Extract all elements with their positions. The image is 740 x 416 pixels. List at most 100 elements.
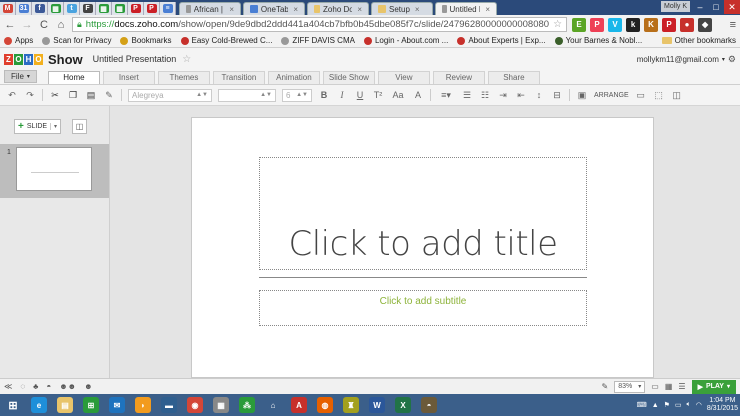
tab-home[interactable]: Home <box>47 71 100 84</box>
browser-tab[interactable]: African | Good × <box>179 2 241 15</box>
cut-icon[interactable]: ✂ <box>49 90 61 101</box>
normal-view-icon[interactable]: ▭ <box>651 382 659 391</box>
back-icon[interactable]: ← <box>4 19 16 31</box>
pinned-tab[interactable]: t <box>64 2 80 15</box>
pinned-tab[interactable]: 31 <box>16 2 32 15</box>
pinned-tab[interactable]: ▦ <box>48 2 64 15</box>
shape-fill-icon[interactable]: ▭ <box>635 90 647 101</box>
bookmark-item[interactable]: Scan for Privacy <box>42 36 111 45</box>
chevron-down-icon[interactable]: ▾ <box>49 123 60 130</box>
tab-transition[interactable]: Transition <box>212 71 265 84</box>
outline-view-icon[interactable]: ☰ <box>678 382 685 391</box>
redo-icon[interactable]: ↷ <box>24 90 36 101</box>
slide-layout-button[interactable]: ◫ <box>72 119 87 134</box>
underline-icon[interactable]: U <box>354 90 366 100</box>
text-box-icon[interactable]: ⊟ <box>551 90 563 101</box>
undo-icon[interactable]: ↶ <box>6 90 18 101</box>
outdent-icon[interactable]: ⇤ <box>515 90 527 101</box>
taskbar-app[interactable]: ⊞ <box>80 395 102 415</box>
pinned-tab[interactable]: ▦ <box>112 2 128 15</box>
maximize-icon[interactable]: □ <box>708 0 724 14</box>
bullet-list-icon[interactable]: ☰ <box>461 90 473 101</box>
url-input[interactable]: 🔒︎ https://docs.zoho.com/show/open/9de9d… <box>72 17 568 32</box>
pinterest-icon[interactable]: P <box>662 17 677 32</box>
lastpass-icon[interactable]: ◆ <box>698 17 713 32</box>
bookmark-item[interactable]: Your Barnes & Nobl... <box>554 36 642 45</box>
bookmark-item[interactable]: Login - About.com ... <box>363 36 448 45</box>
pinned-tab[interactable]: ≡ <box>160 2 176 15</box>
taskbar-app[interactable]: A <box>288 395 310 415</box>
effects-icon[interactable]: ◫ <box>671 90 683 101</box>
paste-icon[interactable]: ▤ <box>85 90 97 101</box>
italic-icon[interactable]: I <box>336 90 348 100</box>
title-placeholder[interactable]: Click to add title <box>259 157 587 270</box>
close-icon[interactable]: × <box>485 5 490 14</box>
subtitle-placeholder[interactable]: Click to add subtitle <box>259 290 587 326</box>
k-icon[interactable]: k <box>626 17 641 32</box>
taskbar-app[interactable]: ♜ <box>340 395 362 415</box>
font-color-icon[interactable]: A <box>412 90 424 100</box>
account-menu[interactable]: mollykm11@gmail.com ▾ ⚙ <box>637 54 736 65</box>
tab-view[interactable]: View <box>377 71 430 84</box>
start-button[interactable]: ⊞ <box>2 395 24 415</box>
bookmark-item[interactable]: Easy Cold-Brewed C... <box>180 36 272 45</box>
volume-icon[interactable]: 🔈︎ <box>687 401 691 409</box>
arrange-icon[interactable]: ▣ <box>576 90 588 101</box>
flag-icon[interactable]: ⚑ <box>664 401 670 409</box>
superscript-icon[interactable]: T² <box>372 90 384 100</box>
grid-view-icon[interactable]: ▦ <box>665 382 673 391</box>
pinned-tab[interactable]: ▦ <box>96 2 112 15</box>
browser-tab[interactable]: OneTab × <box>243 2 305 15</box>
taskbar-app[interactable]: ⌂ <box>262 395 284 415</box>
taskbar-app[interactable]: ◉ <box>184 395 206 415</box>
close-icon[interactable]: × <box>415 5 420 14</box>
tab-themes[interactable]: Themes <box>157 71 210 84</box>
taskbar-app[interactable]: ▬ <box>158 395 180 415</box>
file-menu-button[interactable]: File ▾ <box>4 70 37 83</box>
slide-thumbnail[interactable] <box>16 147 92 191</box>
pinned-tab[interactable]: F <box>80 2 96 15</box>
bold-icon[interactable]: B <box>318 90 330 100</box>
favorite-star-icon[interactable]: ☆ <box>182 54 191 65</box>
display-icon[interactable]: ▭ <box>675 401 682 409</box>
evernote-icon[interactable]: E <box>572 17 587 32</box>
play-button[interactable]: ▶ PLAY ▾ <box>691 379 736 394</box>
tab-review[interactable]: Review <box>432 71 485 84</box>
bookmark-item[interactable]: Bookmarks <box>120 36 172 45</box>
forward-icon[interactable]: → <box>21 19 33 31</box>
tab-animation[interactable]: Animation <box>267 71 320 84</box>
tab-share[interactable]: Share <box>487 71 540 84</box>
browser-menu-icon[interactable]: ≡ <box>730 19 736 31</box>
close-icon[interactable]: × <box>357 5 362 14</box>
taskbar-app[interactable]: W <box>366 395 388 415</box>
kindle-icon[interactable]: K <box>644 17 659 32</box>
browser-tab[interactable]: Untitled Presen × <box>435 2 497 15</box>
bookmark-item[interactable]: ZIFF DAVIS CMA <box>281 36 355 45</box>
wifi-icon[interactable]: ◠ <box>696 401 702 409</box>
taskbar-app[interactable]: ◍ <box>314 395 336 415</box>
bookmark-item[interactable]: Apps <box>4 36 33 45</box>
slide-canvas[interactable]: Click to add title Click to add subtitle <box>191 117 654 378</box>
vimeo-icon[interactable]: V <box>608 17 623 32</box>
indent-icon[interactable]: ⇥ <box>497 90 509 101</box>
close-icon[interactable]: × <box>229 5 234 14</box>
copy-icon[interactable]: ❐ <box>67 90 79 101</box>
bookmark-item[interactable]: About Experts | Exp... <box>457 36 546 45</box>
taskbar-app[interactable]: ✉ <box>106 395 128 415</box>
pinned-tab[interactable]: M <box>0 2 16 15</box>
align-icon[interactable]: ≡▾ <box>437 90 455 101</box>
taskbar-app[interactable]: e <box>28 395 50 415</box>
shape-outline-icon[interactable]: ⬚ <box>653 90 665 101</box>
tab-insert[interactable]: Insert <box>102 71 155 84</box>
add-slide-button[interactable]: + SLIDE ▾ <box>14 119 61 134</box>
zoho-show-logo[interactable]: ZOHO Show <box>4 52 83 67</box>
font-family-select[interactable]: Alegreya ▲▼ <box>128 88 212 102</box>
arrange-menu[interactable]: ARRANGE <box>594 92 629 99</box>
notes-icon[interactable]: ✎ <box>602 382 609 391</box>
adblock-icon[interactable]: ● <box>680 17 695 32</box>
slide-thumbnail-row[interactable]: 1 <box>0 144 109 198</box>
home-icon[interactable]: ⌂ <box>55 19 67 31</box>
pinned-tab[interactable]: P <box>128 2 144 15</box>
minimize-icon[interactable]: – <box>692 0 708 14</box>
comments-icon[interactable]: ◓ <box>46 382 51 391</box>
